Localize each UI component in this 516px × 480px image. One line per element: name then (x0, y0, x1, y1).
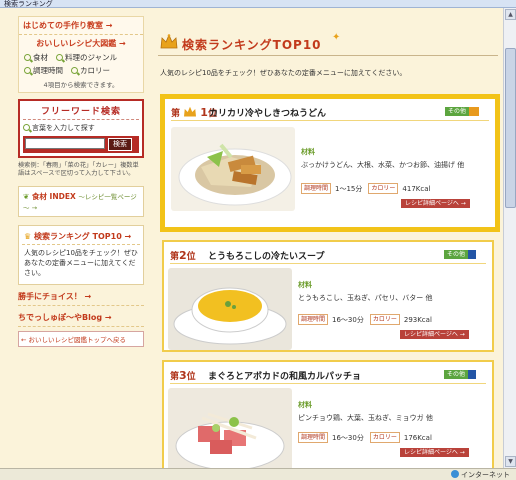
back-to-top-link[interactable]: ← おいしいレシピ図鑑トップへ戻る (18, 331, 144, 347)
page-content: はじめての手作り教室 → おいしいレシピ大図鑑 → 食材 料理のジャンル 調理時… (0, 8, 503, 468)
search-icon (23, 124, 30, 131)
status-bar: インターネット (0, 468, 516, 480)
genre-icon (469, 107, 479, 116)
menu-item-genre[interactable]: 料理のジャンル (56, 52, 117, 63)
menu-note: 4項目から検索できます。 (43, 81, 119, 89)
crown-icon: ♛ (24, 232, 32, 241)
recipe-menu-title[interactable]: おいしいレシピ大図鑑 → (24, 38, 138, 49)
search-icon (71, 67, 78, 74)
main-content: 検索ランキングTOP10 ✦ 人気のレシピ10品をチェック！ぜひあなたの定番メニ… (158, 8, 500, 468)
sidebar: はじめての手作り教室 → おいしいレシピ大図鑑 → 食材 料理のジャンル 調理時… (18, 8, 144, 468)
time-label: 調理時間 (298, 314, 329, 325)
calorie-value: 176Kcal (403, 433, 432, 442)
recipe-metrics: 調理時間 1～15分 カロリー 417Kcal (301, 183, 430, 194)
dish-name[interactable]: まぐろとアボカドの和風カルパッチョ (208, 369, 361, 382)
time-value: 16～30分 (332, 315, 364, 324)
first-time-link[interactable]: はじめての手作り教室 → (19, 17, 143, 35)
genre-icon (468, 250, 476, 259)
ingredients-text: ぶっかけうどん、大根、水菜、かつお節、油揚げ 他 (301, 161, 465, 169)
genre-icon (468, 370, 476, 379)
browser-title-bar: 検索ランキング (0, 0, 516, 8)
dish-name[interactable]: とうもろこしの冷たいスープ (208, 249, 324, 262)
menu-item-time[interactable]: 調理時間 (24, 65, 63, 76)
recipe-metrics: 調理時間 16～30分 カロリー 176Kcal (298, 432, 432, 443)
globe-icon (451, 470, 459, 478)
time-value: 16～30分 (332, 433, 364, 442)
calorie-value: 293Kcal (403, 315, 432, 324)
crown-icon (184, 106, 197, 117)
ranking-banner-desc: 人気のレシピ10品をチェック！ぜひあなたの定番メニューに加えてください。 (24, 249, 138, 277)
freeword-title: フリーワード検索 (23, 104, 139, 120)
calorie-label: カロリー (369, 432, 400, 443)
ranking-banner-title: 検索ランキング TOP10 → (33, 232, 132, 241)
time-label: 調理時間 (298, 432, 329, 443)
dish-name[interactable]: カリカリ冷やしきつねうどん (209, 106, 326, 119)
calorie-value: 417Kcal (402, 184, 431, 193)
menu-item-ingredients[interactable]: 食材 (24, 52, 48, 63)
recipe-info: 材料 ピンチョウ鶏、大葉、玉ねぎ、ミョウガ 他 (298, 400, 488, 423)
recipe-info: 材料 ぶっかけうどん、大根、水菜、かつお節、油揚げ 他 (301, 147, 491, 170)
calorie-label: カロリー (369, 314, 400, 325)
recipe-info: 材料 とうもろこし、玉ねぎ、パセリ、バター 他 (298, 280, 488, 303)
freeword-note: 検索例：「春雨」「菜の花」「カレー」複数単語はスペースで区切って入力して下さい。 (18, 162, 139, 177)
leaf-icon: ❦ (23, 192, 30, 201)
search-input[interactable] (25, 138, 105, 149)
category-tag: その他 (444, 370, 469, 379)
vertical-scrollbar[interactable]: ▲ ▼ (503, 8, 516, 468)
category-tag: その他 (445, 107, 470, 116)
ingredients-text: とうもろこし、玉ねぎ、パセリ、バター 他 (298, 294, 433, 302)
menu-item-calorie[interactable]: カロリー (71, 65, 110, 76)
ingredients-text: ピンチョウ鶏、大葉、玉ねぎ、ミョウガ 他 (298, 414, 433, 422)
ingredients-label: 材料 (298, 401, 312, 409)
ingredients-label: 材料 (301, 148, 315, 156)
recipe-detail-button[interactable]: レシピ詳細ページへ → (400, 448, 469, 457)
freeword-sub: 言葉を入力して探す (23, 123, 139, 133)
choice-link[interactable]: 勝手にチョイス！ → (18, 291, 144, 306)
recipe-detail-button[interactable]: レシピ詳細ページへ → (400, 330, 469, 339)
card-header: 第2位 とうもろこしの冷たいスープ その他 (170, 248, 486, 264)
page-title-bar: 検索ランキングTOP10 ✦ (158, 30, 498, 56)
time-value: 1～15分 (335, 184, 363, 193)
security-zone: インターネット (451, 470, 510, 480)
category-tag: その他 (444, 250, 469, 259)
ranking-card-1: 第 1位 カリカリ冷やしきつねうどん その他 材料 ぶっかけうどん、大根、水菜、… (160, 94, 500, 232)
ingredients-label: 材料 (298, 281, 312, 289)
card-header: 第 1位 カリカリ冷やしきつねうどん その他 (171, 105, 489, 121)
calorie-label: カロリー (368, 183, 399, 194)
scroll-up-icon[interactable]: ▲ (505, 9, 516, 20)
scroll-thumb[interactable] (505, 48, 516, 208)
dish-photo[interactable] (171, 127, 295, 211)
ingredient-index-link[interactable]: ❦ 食材 INDEX ～レシピ一覧ページ～ → (18, 186, 144, 217)
dish-photo[interactable] (168, 268, 292, 350)
recipe-detail-button[interactable]: レシピ詳細ページへ → (401, 199, 470, 208)
page-title: 検索ランキングTOP10 (182, 38, 322, 52)
recipe-metrics: 調理時間 16～30分 カロリー 293Kcal (298, 314, 432, 325)
ranking-card-2: 第2位 とうもろこしの冷たいスープ その他 材料 とうもろこし、玉ねぎ、パセリ、… (162, 240, 494, 352)
search-icon (24, 54, 31, 61)
search-icon (24, 67, 31, 74)
sidebar-top-box: はじめての手作り教室 → おいしいレシピ大図鑑 → 食材 料理のジャンル 調理時… (18, 16, 144, 93)
crown-icon (160, 34, 178, 49)
ranking-banner[interactable]: ♛ 検索ランキング TOP10 → 人気のレシピ10品をチェック！ぜひあなたの定… (18, 225, 144, 285)
search-button[interactable]: 検索 (108, 138, 132, 151)
page-intro: 人気のレシピ10品をチェック！ぜひあなたの定番メニューに加えてください。 (160, 69, 407, 77)
recipe-menu: おいしいレシピ大図鑑 → 食材 料理のジャンル 調理時間 カロリー 4項目から検… (19, 35, 143, 92)
time-label: 調理時間 (301, 183, 332, 194)
search-icon (56, 54, 63, 61)
blog-link[interactable]: ちでっしゅぽ～やBlog → (18, 312, 144, 327)
sparkle-icon: ✦ (332, 32, 341, 43)
rank-label: 第3位 (170, 369, 196, 382)
ranking-card-3: 第3位 まぐろとアボカドの和風カルパッチョ その他 材料 ピンチョウ鶏、大葉、玉… (162, 360, 494, 468)
rank-label: 第2位 (170, 249, 196, 262)
freeword-search-box: フリーワード検索 言葉を入力して探す 検索 (18, 99, 144, 158)
card-header: 第3位 まぐろとアボカドの和風カルパッチョ その他 (170, 368, 486, 384)
dish-photo[interactable] (168, 388, 292, 468)
scroll-down-icon[interactable]: ▼ (505, 456, 516, 467)
